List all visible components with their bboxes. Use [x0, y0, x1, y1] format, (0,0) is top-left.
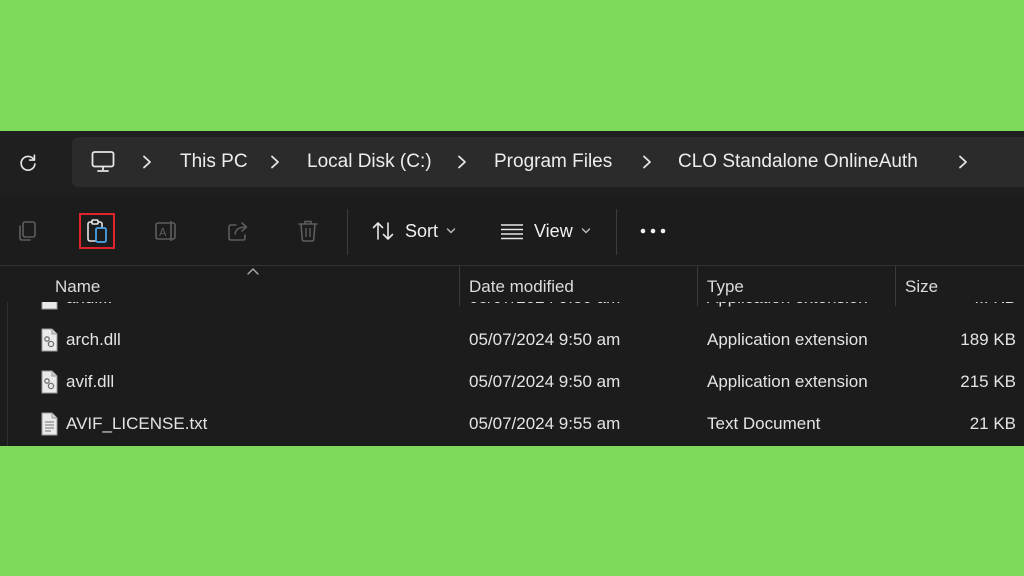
more-icon	[640, 228, 666, 234]
sort-ascending-icon	[247, 268, 259, 275]
dll-file-icon	[41, 328, 58, 352]
command-bar: A Sort View	[0, 197, 1024, 265]
chevron-down-icon	[581, 227, 591, 235]
column-header-type[interactable]: Type	[707, 277, 744, 297]
trash-icon	[298, 220, 318, 242]
paste-button[interactable]	[79, 213, 115, 249]
file-explorer-window: This PC Local Disk (C:) Program Files CL…	[0, 131, 1024, 446]
breadcrumb-program-files[interactable]: Program Files	[494, 149, 612, 175]
chevron-right-icon[interactable]	[956, 151, 970, 173]
chevron-right-icon[interactable]	[140, 151, 154, 173]
rename-icon: A	[155, 221, 176, 241]
file-date: 05/07/2024 9:50 am	[469, 330, 621, 349]
file-type: Application extension	[707, 330, 868, 349]
list-item[interactable]: avif.dll 05/07/2024 9:50 am Application …	[0, 361, 1024, 403]
column-divider[interactable]	[459, 266, 460, 306]
sort-button[interactable]: Sort	[371, 213, 456, 249]
view-list-icon	[501, 224, 523, 240]
address-bar[interactable]: This PC Local Disk (C:) Program Files CL…	[72, 137, 1024, 187]
rename-button[interactable]: A	[149, 213, 185, 249]
file-size: 189 KB	[960, 330, 1016, 349]
file-type: Application extension	[707, 372, 868, 391]
file-date: 05/07/2024 9:55 am	[469, 414, 621, 433]
file-size: 21 KB	[969, 414, 1016, 433]
chevron-right-icon[interactable]	[455, 151, 469, 173]
refresh-button[interactable]	[12, 147, 44, 179]
file-name: avif.dll	[66, 372, 115, 391]
breadcrumb-local-disk[interactable]: Local Disk (C:)	[307, 149, 432, 175]
copy-icon	[19, 221, 36, 241]
svg-text:A: A	[159, 226, 167, 239]
list-item[interactable]: arch.dll 05/07/2024 9:50 am Application …	[0, 319, 1024, 361]
view-label: View	[534, 220, 573, 241]
column-header-name[interactable]: Name	[55, 277, 100, 297]
text-file-icon	[41, 412, 58, 436]
file-name: arch.dll	[66, 330, 121, 349]
toolbar-divider	[347, 209, 348, 255]
chevron-right-icon[interactable]	[640, 151, 654, 173]
column-divider[interactable]	[895, 266, 896, 306]
toolbar-divider	[616, 209, 617, 255]
address-bar-row: This PC Local Disk (C:) Program Files CL…	[0, 131, 1024, 197]
view-button[interactable]: View	[500, 213, 591, 249]
column-divider[interactable]	[697, 266, 698, 306]
file-type: Text Document	[707, 414, 821, 433]
sort-icon	[372, 222, 394, 240]
file-list: andl... 05/07/2024 9:50 am Application e…	[0, 265, 1024, 446]
chevron-down-icon	[446, 227, 456, 235]
paste-icon	[87, 219, 107, 243]
file-date: 05/07/2024 9:50 am	[469, 372, 621, 391]
more-options-button[interactable]	[636, 213, 670, 249]
file-size: 215 KB	[960, 372, 1016, 391]
breadcrumb-this-pc[interactable]: This PC	[180, 149, 248, 175]
sort-label: Sort	[405, 220, 439, 241]
copy-button[interactable]	[9, 213, 45, 249]
column-header-row: Name Date modified Type Size	[0, 265, 1024, 306]
breadcrumb-clo-standalone[interactable]: CLO Standalone OnlineAuth	[678, 149, 918, 175]
delete-button[interactable]	[290, 213, 326, 249]
column-header-size[interactable]: Size	[905, 277, 938, 297]
file-name: AVIF_LICENSE.txt	[66, 414, 208, 433]
refresh-icon	[20, 154, 36, 171]
dll-file-icon	[41, 370, 58, 394]
share-button[interactable]	[220, 213, 256, 249]
list-item[interactable]: AVIF_LICENSE.txt 05/07/2024 9:55 am Text…	[0, 403, 1024, 445]
chevron-right-icon[interactable]	[268, 151, 282, 173]
this-pc-icon[interactable]	[90, 149, 116, 175]
share-icon	[228, 222, 248, 241]
column-header-date[interactable]: Date modified	[469, 277, 574, 297]
